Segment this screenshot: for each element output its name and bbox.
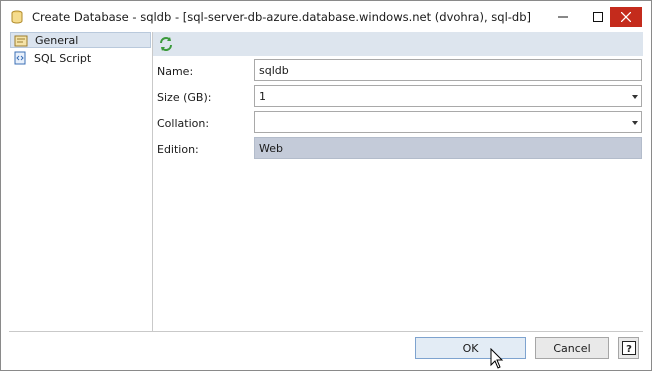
minimize-icon	[558, 16, 568, 17]
collation-label: Collation:	[157, 117, 210, 130]
general-page: Name: sqldb Size (GB): 1 Collation: Edit…	[153, 32, 651, 331]
chevron-down-icon	[632, 121, 638, 125]
help-button[interactable]: ?	[618, 337, 639, 359]
name-label: Name:	[157, 65, 194, 78]
script-icon	[12, 50, 28, 66]
edition-field: Web	[254, 137, 642, 159]
maximize-icon	[593, 11, 603, 22]
edition-label: Edition:	[157, 143, 199, 156]
footer-divider	[9, 331, 643, 332]
toolbar	[153, 32, 643, 56]
general-page-icon	[13, 32, 29, 48]
svg-text:?: ?	[626, 344, 632, 355]
mouse-pointer-icon	[490, 348, 504, 369]
sidebar-item-label: SQL Script	[34, 51, 92, 65]
refresh-icon[interactable]	[158, 36, 174, 52]
sidebar-item-sql-script[interactable]: SQL Script	[10, 50, 151, 66]
window-title: Create Database - sqldb - [sql-server-db…	[32, 10, 532, 24]
create-database-dialog: Create Database - sqldb - [sql-server-db…	[0, 0, 652, 371]
size-value: 1	[259, 90, 266, 103]
database-icon	[11, 10, 23, 24]
collation-dropdown[interactable]	[254, 111, 642, 133]
edition-value: Web	[259, 142, 283, 155]
title-bar: Create Database - sqldb - [sql-server-db…	[1, 1, 651, 32]
ok-button[interactable]: OK	[415, 337, 526, 359]
name-field[interactable]: sqldb	[254, 59, 642, 81]
cancel-button[interactable]: Cancel	[535, 337, 609, 359]
close-icon	[621, 12, 631, 22]
sidebar-item-label: General	[35, 33, 79, 47]
sidebar-item-general[interactable]: General	[10, 32, 151, 48]
help-icon: ?	[621, 341, 636, 355]
page-list: General SQL Script	[9, 32, 153, 331]
size-dropdown[interactable]: 1	[254, 85, 642, 107]
name-value: sqldb	[259, 64, 289, 77]
chevron-down-icon	[632, 95, 638, 99]
size-label: Size (GB):	[157, 91, 212, 104]
close-button[interactable]	[610, 7, 642, 27]
